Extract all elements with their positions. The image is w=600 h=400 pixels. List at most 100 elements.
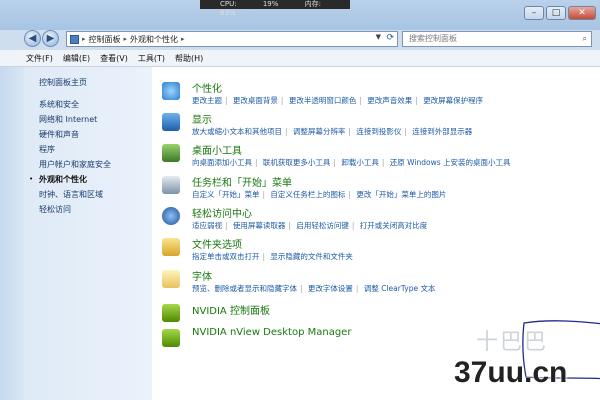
sidebar-item-appearance[interactable]: 外观和个性化 <box>39 174 87 185</box>
taskbar-icon <box>162 176 180 194</box>
refresh-icon[interactable]: ⟳ <box>386 33 394 43</box>
link-cleartype[interactable]: 调整 ClearType 文本 <box>364 284 436 293</box>
category-links: 自定义「开始」菜单 | 自定义任务栏上的图标 | 更改「开始」菜单上的图片 <box>192 189 446 200</box>
menu-bar: 文件(F) 编辑(E) 查看(V) 工具(T) 帮助(H) <box>0 50 600 67</box>
link-screen-reader[interactable]: 使用屏幕读取器 <box>233 221 286 230</box>
caption-buttons: – □ ✕ <box>524 6 596 20</box>
breadcrumb-control-panel[interactable]: 控制面板 <box>89 34 121 45</box>
gadgets-icon <box>162 144 180 162</box>
personalization-icon <box>162 82 180 100</box>
sidebar-item-programs[interactable]: 程序 <box>39 144 55 155</box>
chevron-right-icon: ▸ <box>123 35 128 43</box>
link-customize-start[interactable]: 自定义「开始」菜单 <box>192 190 260 199</box>
control-panel-icon <box>70 34 79 44</box>
separator: | <box>415 96 418 105</box>
sidebar: 控制面板主页 系统和安全 网络和 Internet 硬件和声音 程序 用户帐户和… <box>24 67 152 400</box>
watermark-site: 37uu.cn <box>454 356 568 389</box>
search-icon[interactable]: ⌕ <box>583 32 587 46</box>
category-title[interactable]: 轻松访问中心 <box>192 205 252 220</box>
sidebar-item-hardware-sound[interactable]: 硬件和声音 <box>39 129 79 140</box>
sidebar-item-system-security[interactable]: 系统和安全 <box>39 99 79 110</box>
watermark-top: 十巴巴 <box>476 330 549 355</box>
link-access-keys[interactable]: 启用轻松访问键 <box>296 221 349 230</box>
close-button[interactable]: ✕ <box>568 6 596 20</box>
link-change-theme[interactable]: 更改主题 <box>192 96 222 105</box>
menu-file[interactable]: 文件(F) <box>26 53 53 64</box>
link-resolution[interactable]: 调整屏幕分辨率 <box>293 127 346 136</box>
category-title[interactable]: 个性化 <box>192 80 222 95</box>
link-high-contrast[interactable]: 打开或关闭高对比度 <box>360 221 428 230</box>
link-sound-effects[interactable]: 更改声音效果 <box>367 96 412 105</box>
back-button[interactable]: ◀ <box>24 30 41 47</box>
category-links: 向桌面添加小工具 | 联机获取更多小工具 | 卸载小工具 | 还原 Windows 上… <box>192 157 511 168</box>
link-add-gadgets[interactable]: 向桌面添加小工具 <box>192 158 252 167</box>
chevron-right-icon: ▸ <box>82 35 86 43</box>
chevron-right-icon: ▸ <box>181 35 185 43</box>
category-title[interactable]: 字体 <box>192 268 212 283</box>
chevron-down-icon[interactable]: ▼ <box>376 33 381 41</box>
separator: | <box>359 96 362 105</box>
link-screen-saver[interactable]: 更改屏幕保护程序 <box>423 96 483 105</box>
forward-button[interactable]: ▶ <box>42 30 59 47</box>
separator: | <box>262 252 266 261</box>
link-get-gadgets[interactable]: 联机获取更多小工具 <box>263 158 331 167</box>
separator: | <box>381 158 385 167</box>
link-show-hidden[interactable]: 显示隐藏的文件和文件夹 <box>270 252 353 261</box>
menu-view[interactable]: 查看(V) <box>100 53 128 64</box>
category-links: 适应弱视 | 使用屏幕读取器 | 启用轻松访问键 | 打开或关闭高对比度 <box>192 220 427 231</box>
resource-monitor-bar: CPU: 19% 内存: 63% <box>200 0 350 17</box>
cpu-readout: CPU: 19% <box>220 0 279 8</box>
link-text-size[interactable]: 放大或缩小文本和其他项目 <box>192 127 282 136</box>
sidebar-item-network[interactable]: 网络和 Internet <box>39 114 97 125</box>
category-links: 指定单击或双击打开 | 显示隐藏的文件和文件夹 <box>192 251 353 262</box>
menu-help[interactable]: 帮助(H) <box>175 53 203 64</box>
category-title[interactable]: 桌面小工具 <box>192 142 242 157</box>
separator: | <box>348 127 351 136</box>
link-uninstall-gadget[interactable]: 卸载小工具 <box>341 158 379 167</box>
category-links: 放大或缩小文本和其他项目 | 调整屏幕分辨率 | 连接到投影仪 | 连接到外部显示器 <box>192 126 472 137</box>
address-bar[interactable]: ▸ 控制面板 ▸ 外观和个性化 ▸ ▼ ⟳ <box>66 31 398 47</box>
breadcrumb-appearance[interactable]: 外观和个性化 <box>130 34 178 45</box>
menu-edit[interactable]: 编辑(E) <box>63 53 90 64</box>
separator: | <box>300 284 303 293</box>
ease-of-access-icon <box>162 207 180 225</box>
link-desktop-background[interactable]: 更改桌面背景 <box>233 96 278 105</box>
sidebar-item-home[interactable]: 控制面板主页 <box>39 77 87 88</box>
sidebar-item-clock-language[interactable]: 时钟、语言和区域 <box>39 189 103 200</box>
category-title[interactable]: 显示 <box>192 111 212 126</box>
navigation-row: ◀ ▶ ▸ 控制面板 ▸ 外观和个性化 ▸ ▼ ⟳ 搜索控制面板 ⌕ <box>0 28 600 50</box>
separator: | <box>255 158 258 167</box>
category-links: 预览、删除或者显示和隐藏字体 | 更改字体设置 | 调整 ClearType 文本 <box>192 283 435 294</box>
nview-icon <box>162 329 180 347</box>
link-projector[interactable]: 连接到投影仪 <box>356 127 401 136</box>
link-window-color[interactable]: 更改半透明窗口颜色 <box>289 96 357 105</box>
link-restore-gadgets[interactable]: 还原 Windows 上安装的桌面小工具 <box>390 158 511 167</box>
separator: | <box>351 221 355 230</box>
link-taskbar-icons[interactable]: 自定义任务栏上的图标 <box>270 190 345 199</box>
link-font-settings[interactable]: 更改字体设置 <box>308 284 353 293</box>
separator: | <box>225 221 228 230</box>
link-external-display[interactable]: 连接到外部显示器 <box>412 127 472 136</box>
sidebar-item-user-accounts[interactable]: 用户帐户和家庭安全 <box>39 159 111 170</box>
menu-tools[interactable]: 工具(T) <box>138 53 165 64</box>
minimize-button[interactable]: – <box>524 6 544 20</box>
category-title[interactable]: 任务栏和「开始」菜单 <box>192 174 292 189</box>
search-input[interactable]: 搜索控制面板 ⌕ <box>402 31 592 47</box>
separator: | <box>280 96 284 105</box>
link-start-picture[interactable]: 更改「开始」菜单上的图片 <box>356 190 446 199</box>
separator: | <box>288 221 291 230</box>
separator: | <box>285 127 288 136</box>
link-low-vision[interactable]: 适应弱视 <box>192 221 222 230</box>
separator: | <box>404 127 407 136</box>
nvidia-icon <box>162 304 180 322</box>
separator: | <box>348 190 351 199</box>
category-title[interactable]: 文件夹选项 <box>192 236 242 251</box>
link-preview-fonts[interactable]: 预览、删除或者显示和隐藏字体 <box>192 284 297 293</box>
link-single-double-click[interactable]: 指定单击或双击打开 <box>192 252 260 261</box>
sidebar-item-ease-of-access[interactable]: 轻松访问 <box>39 204 71 215</box>
category-title[interactable]: NVIDIA 控制面板 <box>192 302 270 317</box>
window-frame-left <box>0 67 24 400</box>
separator: | <box>355 284 359 293</box>
category-title[interactable]: NVIDIA nView Desktop Manager <box>192 327 351 338</box>
maximize-button[interactable]: □ <box>546 6 566 20</box>
